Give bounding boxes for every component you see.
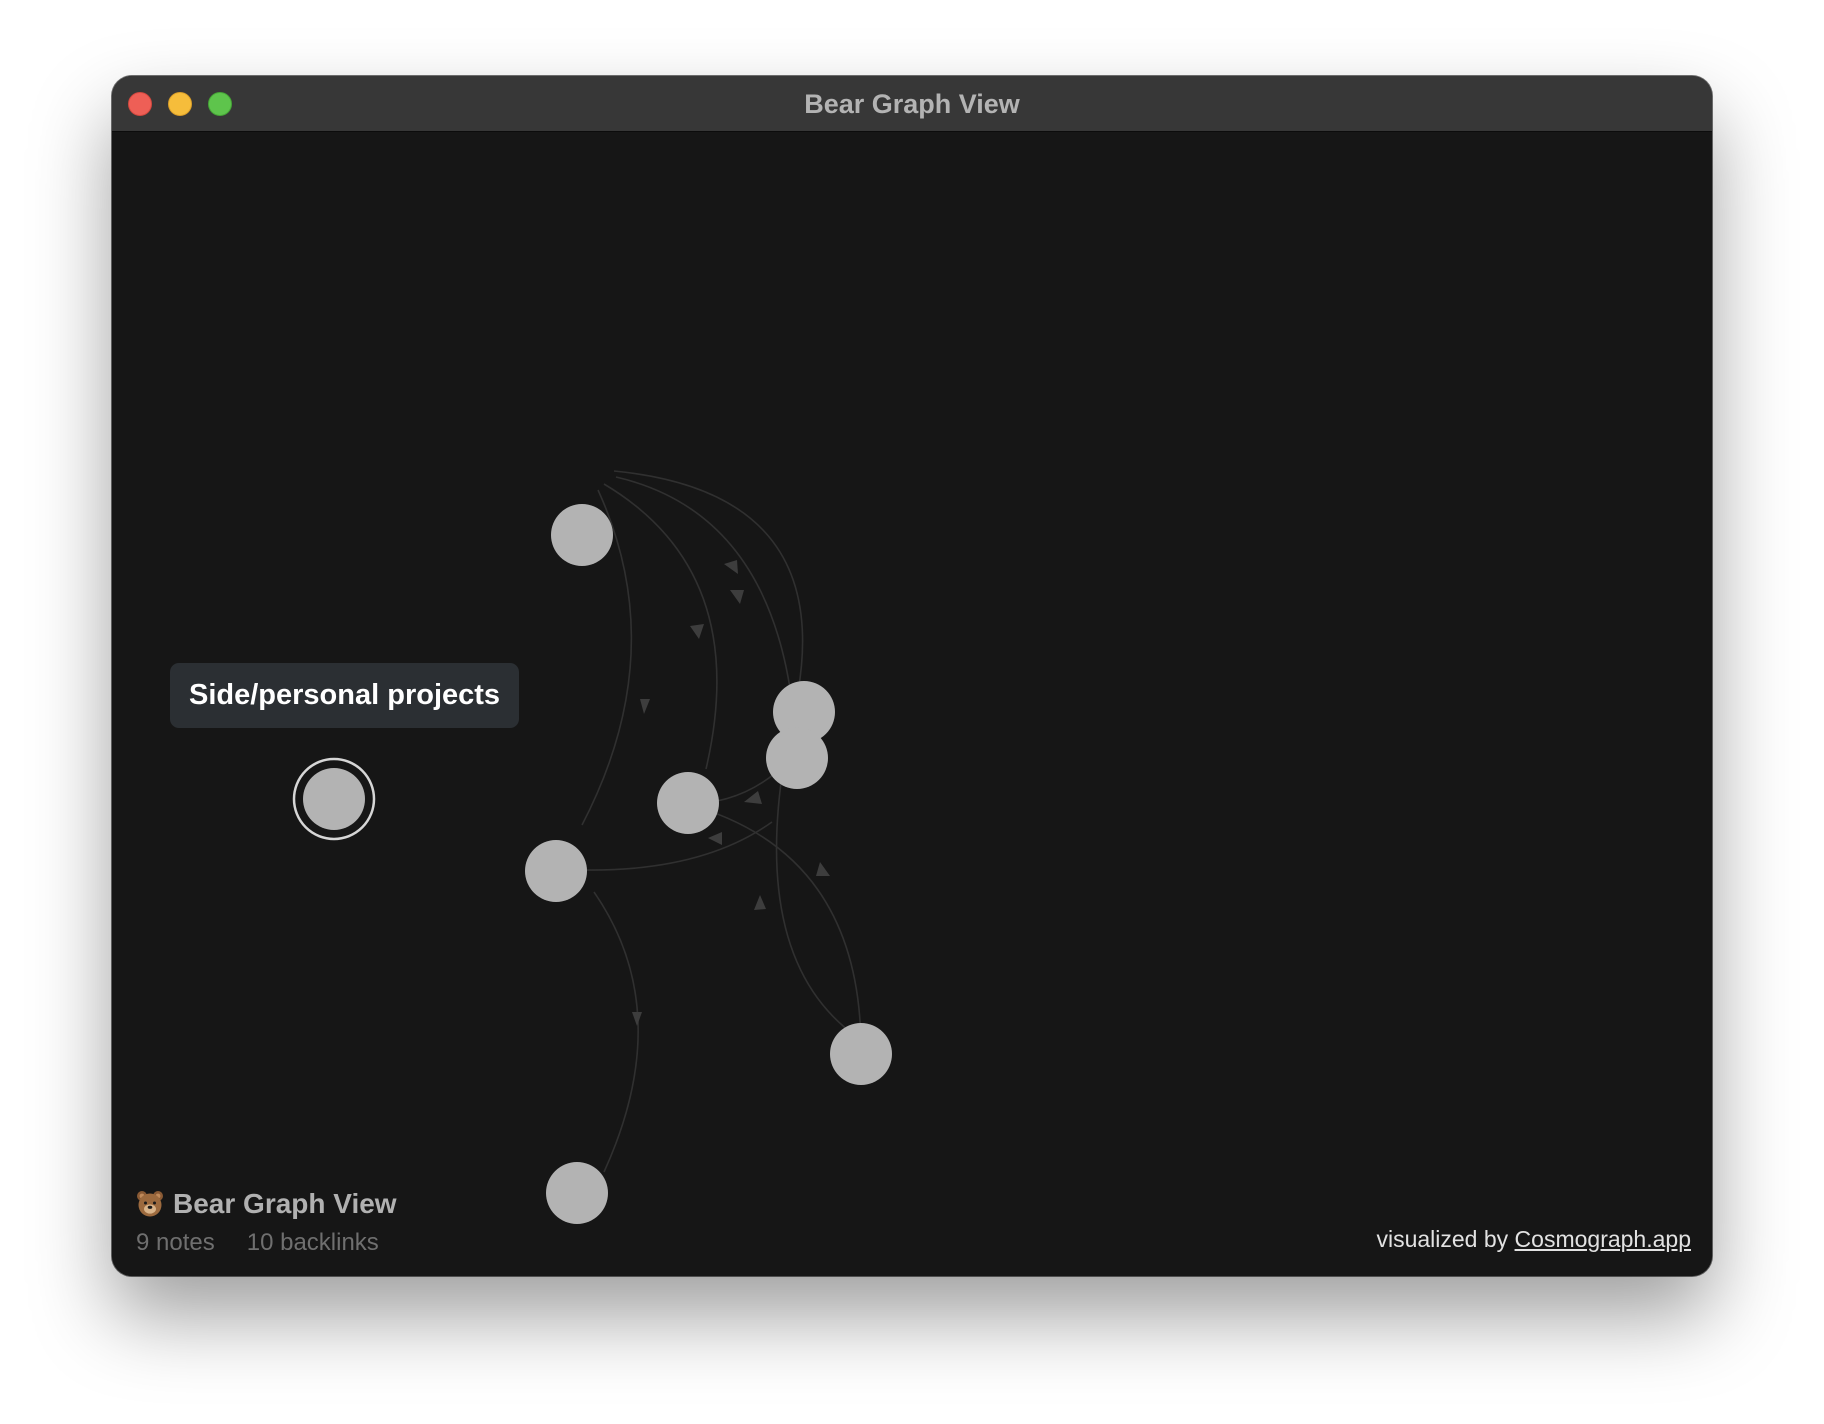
graph-canvas[interactable]: Side/personal projects (112, 132, 1712, 1276)
graph-info-panel: Bear Graph View 9 notes 10 backlinks (136, 1184, 397, 1260)
graph-link (775, 761, 858, 1038)
graph-node[interactable] (551, 504, 613, 566)
graph-node[interactable] (830, 1023, 892, 1085)
graph-node[interactable] (766, 727, 828, 789)
notes-count: 9 notes (136, 1229, 215, 1256)
link-arrow (730, 590, 744, 604)
window-title: Bear Graph View (804, 89, 1020, 119)
graph-link (686, 803, 862, 1053)
graph-links (581, 470, 862, 1173)
brand-row: Bear Graph View (136, 1184, 397, 1224)
link-arrow (724, 560, 738, 574)
link-arrow (754, 895, 766, 910)
link-arrow (744, 791, 762, 804)
graph-node[interactable] (657, 772, 719, 834)
graph-node[interactable] (525, 840, 587, 902)
credit-prefix: visualized by (1376, 1226, 1509, 1252)
link-arrow (816, 862, 830, 876)
title-bar[interactable]: Bear Graph View (112, 76, 1712, 132)
graph-title: Bear Graph View (173, 1188, 397, 1219)
link-arrow (708, 832, 722, 845)
node-tooltip: Side/personal projects (170, 663, 520, 728)
graph-node[interactable] (546, 1162, 608, 1224)
graph-link (593, 891, 639, 1173)
credit: visualized by Cosmograph.app (1376, 1226, 1691, 1253)
graph-node-hovered[interactable] (303, 768, 365, 830)
backlinks-count: 10 backlinks (246, 1229, 379, 1256)
graph-nodes[interactable] (292, 504, 892, 1224)
bear-face-icon (137, 1191, 163, 1217)
link-arrow (690, 624, 704, 639)
link-arrow (640, 699, 650, 714)
stats-spacer (215, 1226, 247, 1260)
cosmograph-link[interactable]: Cosmograph.app (1515, 1226, 1691, 1252)
graph-stats: 9 notes 10 backlinks (136, 1226, 397, 1260)
graph-link (613, 470, 804, 693)
link-arrow (632, 1012, 642, 1026)
app-window: Bear Graph View Side/personal projects B… (112, 76, 1712, 1276)
